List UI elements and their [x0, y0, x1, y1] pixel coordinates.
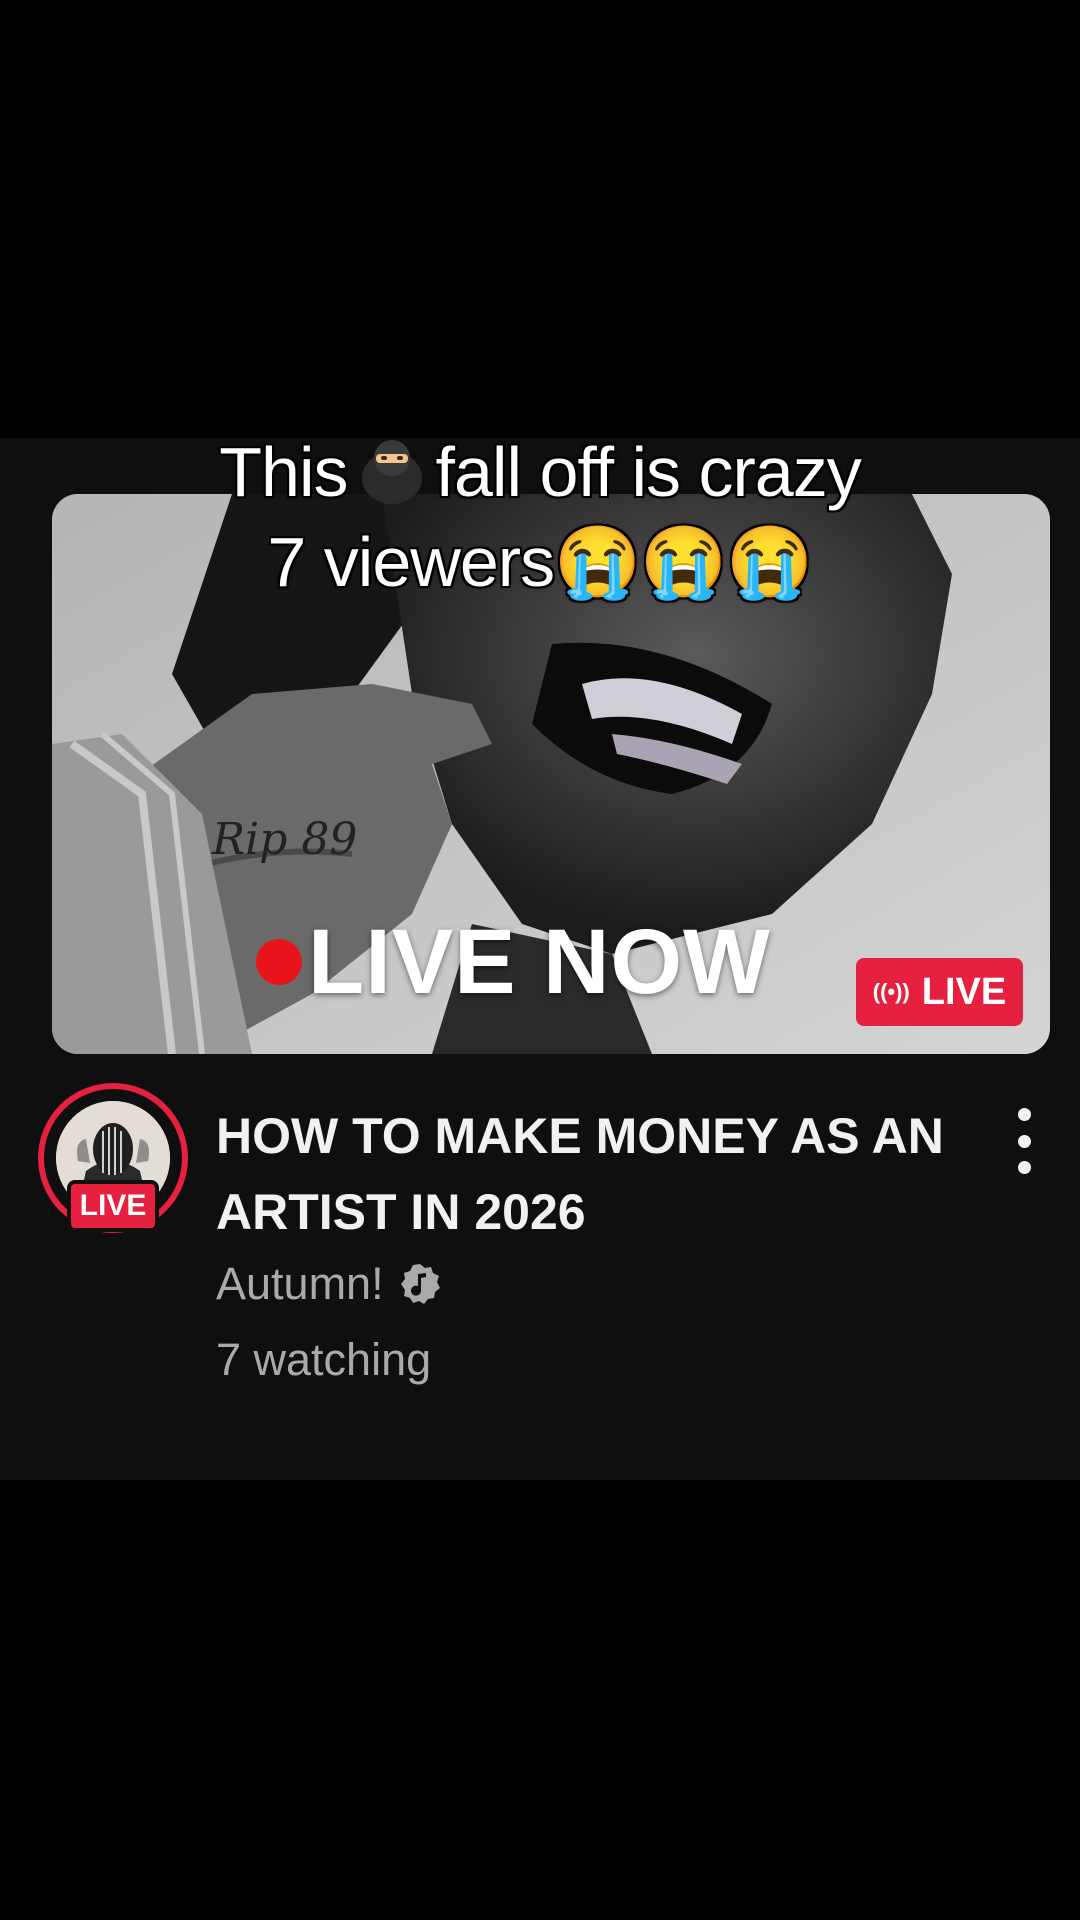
viewer-count: 7 watching — [216, 1334, 432, 1385]
live-badge: ((•)) LIVE — [856, 958, 1023, 1026]
caption-text-end: fall off is crazy — [435, 432, 863, 512]
video-title[interactable]: HOW TO MAKE MONEY AS AN ARTIST IN 2026 — [216, 1098, 976, 1250]
caption-text-start: This — [218, 432, 349, 512]
screen: Rip 89 LIVE NOW ((•)) LIVE This fall off… — [0, 0, 1080, 1920]
avatar-live-badge: LIVE — [67, 1180, 159, 1232]
record-dot-icon — [256, 939, 302, 985]
channel-row[interactable]: Autumn! — [216, 1258, 442, 1310]
hand-tattoo: Rip 89 — [211, 814, 357, 865]
live-now-label: LIVE NOW — [308, 910, 771, 1013]
live-badge-label: LIVE — [921, 970, 1007, 1013]
ninja-emoji-icon — [361, 440, 422, 504]
channel-name[interactable]: Autumn! — [216, 1258, 384, 1310]
caption-line-1: This fall off is crazy — [0, 430, 1080, 514]
more-vertical-icon[interactable] — [1008, 1108, 1040, 1174]
broadcast-icon: ((•)) — [872, 979, 910, 1004]
thumbnail-live-now-text: LIVE NOW — [256, 910, 771, 1013]
caption-line-2: 7 viewers😭😭😭 — [266, 522, 814, 602]
music-note-verified-icon — [400, 1264, 440, 1304]
